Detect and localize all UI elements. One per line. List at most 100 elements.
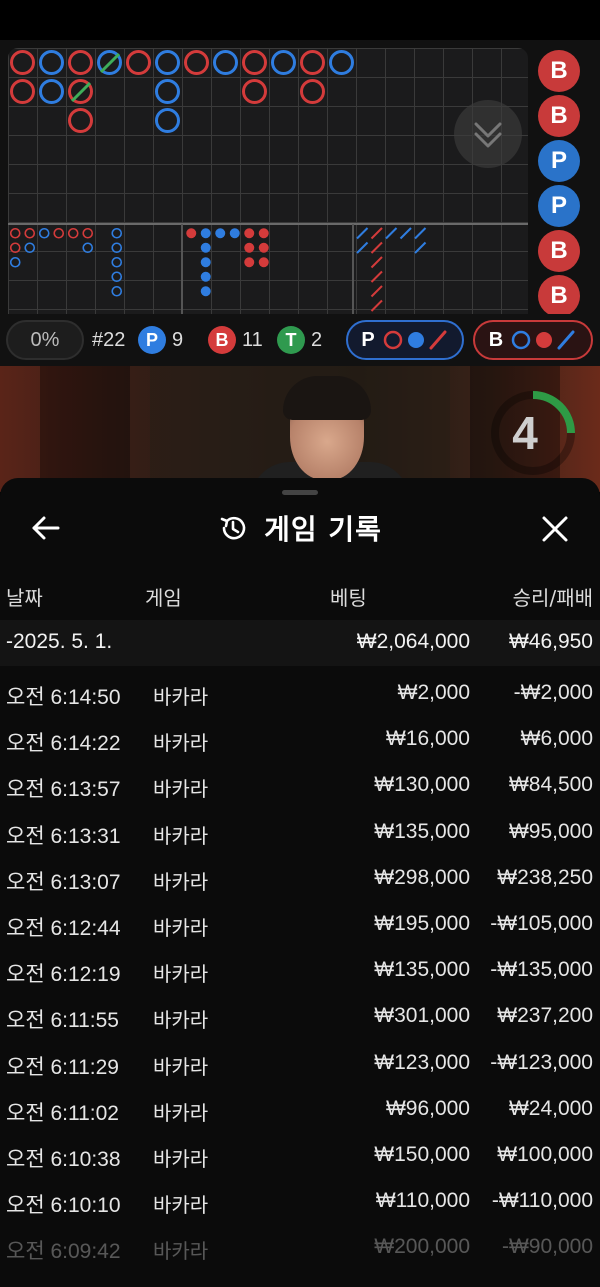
player-slash-mark xyxy=(385,227,398,240)
history-row[interactable]: 오전 6:12:44 바카라 ₩195,000 -₩105,000 xyxy=(0,907,600,953)
row-time: 오전 6:13:07 xyxy=(6,870,121,894)
baccarat-roadmap: BBPPBB 0% #22 P 9 B 11 T 2 P B xyxy=(0,40,600,366)
row-bet: ₩301,000 xyxy=(374,1004,470,1028)
row-win-loss: -₩2,000 xyxy=(513,681,593,704)
history-row[interactable]: 오전 6:12:19 바카라 ₩135,000 -₩135,000 xyxy=(0,953,600,999)
history-row[interactable]: 오전 6:14:22 바카라 ₩16,000 ₩6,000 xyxy=(0,722,600,768)
row-bet: ₩130,000 xyxy=(374,773,470,797)
banker-slash-mark xyxy=(370,227,383,240)
row-bet: ₩16,000 xyxy=(385,727,470,751)
row-win-loss: -₩110,000 xyxy=(491,1189,593,1213)
column-date: 날짜 xyxy=(6,586,43,610)
row-time: 오전 6:09:42 xyxy=(6,1240,121,1264)
date-summary-row[interactable]: -2025. 5. 1. ₩2,064,000 ₩46,950 xyxy=(0,620,600,666)
history-row[interactable]: 오전 6:13:57 바카라 ₩130,000 ₩84,500 xyxy=(0,768,600,814)
row-win-loss: -₩105,000 xyxy=(490,912,593,935)
history-row[interactable]: 오전 6:11:29 바카라 ₩123,000 -₩123,000 xyxy=(0,1046,600,1092)
player-predict-button[interactable]: P xyxy=(346,320,464,360)
player-small-ring xyxy=(111,285,123,297)
banker-slash-mark xyxy=(370,256,383,269)
percent-pill: 0% xyxy=(6,320,84,360)
row-bet: ₩135,000 xyxy=(374,819,470,843)
banker-dot-mark xyxy=(244,242,255,253)
round-number: #22 xyxy=(92,328,126,351)
player-dot-mark xyxy=(200,257,211,268)
banker-ring xyxy=(10,79,35,104)
tie-count: T 2 xyxy=(277,320,322,360)
player-dot-mark xyxy=(200,271,211,282)
player-small-ring xyxy=(82,242,94,254)
history-row[interactable]: 오전 6:14:50 바카라 ₩2,000 -₩2,000 xyxy=(0,676,600,722)
history-row[interactable]: 오전 6:10:38 바카라 ₩150,000 ₩100,000 xyxy=(0,1138,600,1184)
row-bet: ₩195,000 xyxy=(374,912,470,935)
history-row[interactable]: 오전 6:13:31 바카라 ₩135,000 ₩95,000 xyxy=(0,815,600,861)
banker-dot: B xyxy=(208,326,236,354)
banker-small-ring xyxy=(24,227,36,239)
banker-small-ring xyxy=(67,227,79,239)
player-ring xyxy=(155,50,180,75)
row-bet: ₩2,000 xyxy=(397,681,470,704)
page-title: 게임 기록 xyxy=(264,513,382,546)
dealer-hair xyxy=(283,376,371,420)
player-small-ring xyxy=(38,227,50,239)
player-small-ring xyxy=(24,242,36,254)
close-icon[interactable] xyxy=(538,512,572,546)
player-small-ring xyxy=(111,271,123,283)
player-count-value: 9 xyxy=(172,328,184,351)
banker-bead: B xyxy=(538,230,580,272)
row-win-loss: ₩238,250 xyxy=(497,865,593,889)
row-time: 오전 6:14:22 xyxy=(6,732,121,756)
expand-roadmap-button[interactable] xyxy=(454,100,522,168)
player-ring xyxy=(155,108,180,133)
history-row[interactable]: 오전 6:13:07 바카라 ₩298,000 ₩238,250 xyxy=(0,861,600,907)
row-game: 바카라 xyxy=(153,1193,209,1218)
banker-ring xyxy=(300,79,325,104)
banker-predict-button[interactable]: B xyxy=(473,320,593,360)
game-history-sheet: 게임 기록 날짜 게임 베팅 승리/패배 -2025. 5. 1. ₩2,064… xyxy=(0,478,600,1287)
column-bet: 베팅 xyxy=(330,586,367,610)
banker-small-ring xyxy=(82,227,94,239)
player-dot-mark xyxy=(200,242,211,253)
player-ring xyxy=(155,79,180,104)
player-small-ring xyxy=(111,256,123,268)
sheet-header: 게임 기록 xyxy=(0,508,600,548)
player-small-ring xyxy=(111,242,123,254)
row-game: 바카라 xyxy=(153,1100,209,1125)
summary-bet: ₩2,064,000 xyxy=(356,630,470,653)
predict-road-icons xyxy=(511,330,575,350)
drag-handle[interactable] xyxy=(282,490,318,495)
banker-ring xyxy=(242,79,267,104)
row-game: 바카라 xyxy=(153,1054,209,1079)
row-time: 오전 6:11:29 xyxy=(6,1055,119,1079)
row-time: 오전 6:10:38 xyxy=(6,1148,121,1171)
player-ring xyxy=(39,50,64,75)
row-game: 바카라 xyxy=(153,869,209,894)
banker-dot-mark xyxy=(258,242,269,253)
row-game: 바카라 xyxy=(153,1147,209,1171)
history-row[interactable]: 오전 6:09:42 바카라 ₩200,000 -₩90,000 xyxy=(0,1230,600,1276)
banker-count-value: 11 xyxy=(242,328,263,351)
banker-dot-mark xyxy=(186,228,197,239)
row-game: 바카라 xyxy=(153,823,209,848)
player-dot-mark xyxy=(200,286,211,297)
banker-predict-letter: B xyxy=(488,328,504,351)
road-marks xyxy=(8,50,528,350)
player-dot-mark xyxy=(229,228,240,239)
column-win-loss: 승리/패배 xyxy=(512,586,593,610)
round-count: #22 xyxy=(92,320,125,360)
banker-slash-mark xyxy=(370,299,383,312)
player-small-ring xyxy=(9,256,21,268)
history-row[interactable]: 오전 6:10:10 바카라 ₩110,000 -₩110,000 xyxy=(0,1184,600,1230)
banker-small-ring xyxy=(9,227,21,239)
bead-road-column: BBPPBB xyxy=(536,48,600,350)
history-row[interactable]: 오전 6:11:02 바카라 ₩96,000 ₩24,000 xyxy=(0,1092,600,1138)
player-ring xyxy=(39,79,64,104)
player-bead: P xyxy=(538,140,580,182)
countdown-timer: 4 xyxy=(512,407,538,459)
row-game: 바카라 xyxy=(153,962,209,987)
row-time: 오전 6:10:10 xyxy=(6,1194,121,1218)
banker-small-ring xyxy=(53,227,65,239)
predict-road-icons xyxy=(383,330,447,350)
history-row[interactable]: 오전 6:11:55 바카라 ₩301,000 ₩237,200 xyxy=(0,999,600,1045)
banker-small-ring xyxy=(9,242,21,254)
